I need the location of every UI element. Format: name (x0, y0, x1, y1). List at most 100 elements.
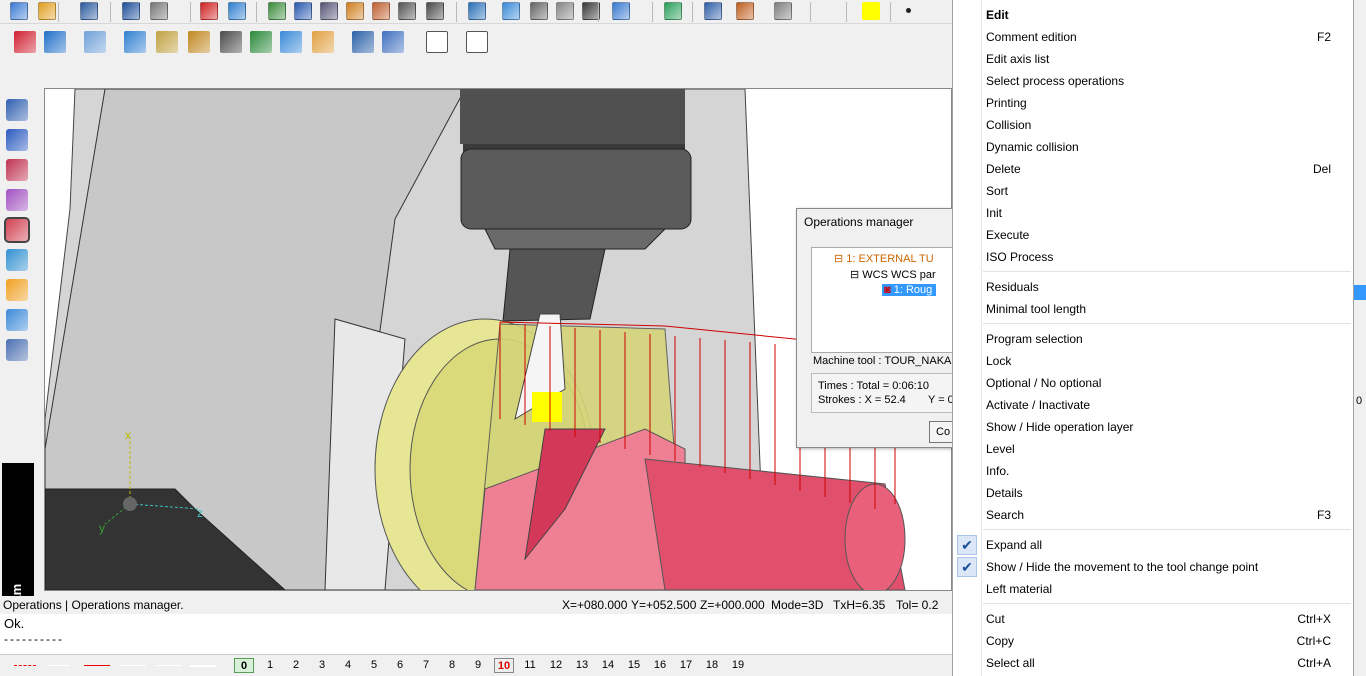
menu-item-execute[interactable]: Execute (953, 224, 1353, 246)
menu-item-minimal-tool-length[interactable]: Minimal tool length (953, 298, 1353, 320)
collapse-icon[interactable]: ⊟ (834, 253, 843, 265)
settings-icon[interactable] (320, 2, 338, 20)
layer-12[interactable]: 12 (546, 658, 566, 673)
part-icon[interactable] (280, 31, 302, 53)
line-style-dashed-icon[interactable] (14, 665, 36, 666)
line-style-thick-icon[interactable] (190, 665, 216, 667)
thread-icon[interactable] (220, 31, 242, 53)
assembly-icon[interactable] (6, 249, 28, 271)
tool-select-icon[interactable] (44, 31, 66, 53)
line-style-solid-icon[interactable] (84, 665, 110, 666)
dot-icon[interactable] (906, 8, 911, 13)
menu-item-program-selection[interactable]: Program selection (953, 328, 1353, 350)
layer-2[interactable]: 2 (286, 658, 306, 673)
pointer-icon[interactable] (468, 2, 486, 20)
layer-10[interactable]: 10 (494, 658, 514, 673)
zoom-icon[interactable] (612, 2, 630, 20)
print-icon[interactable] (150, 2, 168, 20)
flag-icon[interactable] (14, 31, 36, 53)
library-icon[interactable] (382, 31, 404, 53)
tree-node-wcs[interactable]: ⊟ WCS WCS par (850, 268, 936, 281)
stock-icon[interactable] (312, 31, 334, 53)
menu-item-lock[interactable]: Lock (953, 350, 1353, 372)
layer-18[interactable]: 18 (702, 658, 722, 673)
menu-item-details[interactable]: Details (953, 482, 1353, 504)
menu-item-edit[interactable]: Edit (953, 4, 1353, 26)
operations-manager-dialog[interactable]: Operations manager ⊟ 1: EXTERNAL TU ⊟ WC… (796, 208, 956, 448)
search-icon[interactable] (294, 2, 312, 20)
render-icon[interactable] (736, 2, 754, 20)
line-style-blank-icon[interactable] (48, 665, 70, 666)
draft-icon[interactable] (6, 309, 28, 331)
menu-item-collision[interactable]: Collision (953, 114, 1353, 136)
collapse-icon[interactable]: ⊟ (850, 269, 859, 281)
cursor-icon[interactable] (502, 2, 520, 20)
view-icon[interactable] (704, 2, 722, 20)
cam-icon[interactable] (4, 217, 30, 243)
layer-11[interactable]: 11 (520, 658, 540, 673)
robot-icon[interactable] (6, 339, 28, 361)
menu-item-select-process-operations[interactable]: Select process operations (953, 70, 1353, 92)
magic-icon[interactable] (346, 2, 364, 20)
menu-item-level[interactable]: Level (953, 438, 1353, 460)
layer-4[interactable]: 4 (338, 658, 358, 673)
menu-item-init[interactable]: Init (953, 202, 1353, 224)
menu-item-residuals[interactable]: Residuals (953, 276, 1353, 298)
layer-8[interactable]: 8 (442, 658, 462, 673)
operations-tree[interactable]: ⊟ 1: EXTERNAL TU ⊟ WCS WCS par ◙ 1: Roug (811, 247, 955, 353)
layer-6[interactable]: 6 (390, 658, 410, 673)
props-icon[interactable] (530, 2, 548, 20)
layer-17[interactable]: 17 (676, 658, 696, 673)
menu-item-cut[interactable]: Cut Ctrl+X (953, 608, 1353, 630)
layer-1[interactable]: 1 (260, 658, 280, 673)
menu-item-expand-all[interactable]: ✔ Expand all (953, 534, 1353, 556)
menu-item-show-hide-the-movement-to-the-tool-change-point[interactable]: ✔ Show / Hide the movement to the tool ch… (953, 556, 1353, 578)
layer-19[interactable]: 19 (728, 658, 748, 673)
menu-item-printing[interactable]: Printing (953, 92, 1353, 114)
roughing-icon[interactable] (124, 31, 146, 53)
menu-item-sort[interactable]: Sort (953, 180, 1353, 202)
target-icon[interactable] (352, 31, 374, 53)
paint-icon[interactable] (372, 2, 390, 20)
hook-icon[interactable] (556, 2, 574, 20)
menu-item-search[interactable]: Search F3 (953, 504, 1353, 526)
menu-item-delete[interactable]: Delete Del (953, 158, 1353, 180)
layer-9[interactable]: 9 (468, 658, 488, 673)
fit-icon[interactable] (664, 2, 682, 20)
curve-icon[interactable] (6, 159, 28, 181)
save-icon[interactable] (80, 2, 98, 20)
tree-node-roughing-selected[interactable]: ◙ 1: Roug (882, 284, 937, 296)
layer-14[interactable]: 14 (598, 658, 618, 673)
menu-item-select-all[interactable]: Select all Ctrl+A (953, 652, 1353, 674)
menu-item-info[interactable]: Info. (953, 460, 1353, 482)
layer-7[interactable]: 7 (416, 658, 436, 673)
sketch-icon[interactable] (6, 99, 28, 121)
layer-3[interactable]: 3 (312, 658, 332, 673)
menu-item-activate-inactivate[interactable]: Activate / Inactivate (953, 394, 1353, 416)
new-icon[interactable] (10, 2, 28, 20)
gauge-icon[interactable] (398, 2, 416, 20)
layer-16[interactable]: 16 (650, 658, 670, 673)
tool-icon[interactable] (426, 2, 444, 20)
nc-edit-icon[interactable] (466, 31, 488, 53)
layer-15[interactable]: 15 (624, 658, 644, 673)
menu-item-show-hide-operation-layer[interactable]: Show / Hide operation layer (953, 416, 1353, 438)
finishing-icon[interactable] (156, 31, 178, 53)
undo-icon[interactable] (228, 2, 246, 20)
layer-13[interactable]: 13 (572, 658, 592, 673)
line-style-thin-icon[interactable] (120, 665, 146, 666)
groove-icon[interactable] (250, 31, 272, 53)
context-menu[interactable]: Edit Comment edition F2 Edit axis list Selec… (952, 0, 1354, 676)
shade-icon[interactable] (774, 2, 792, 20)
menu-item-iso-process[interactable]: ISO Process (953, 246, 1353, 268)
part-icon[interactable] (6, 279, 28, 301)
block-icon[interactable] (84, 31, 106, 53)
menu-item-optional-no-optional[interactable]: Optional / No optional (953, 372, 1353, 394)
nc-file-icon[interactable] (426, 31, 448, 53)
menu-item-dynamic-collision[interactable]: Dynamic collision (953, 136, 1353, 158)
layer-icon[interactable] (268, 2, 286, 20)
info-icon[interactable] (122, 2, 140, 20)
layer-5[interactable]: 5 (364, 658, 384, 673)
surface-icon[interactable] (6, 189, 28, 211)
layer-0[interactable]: 0 (234, 658, 254, 673)
